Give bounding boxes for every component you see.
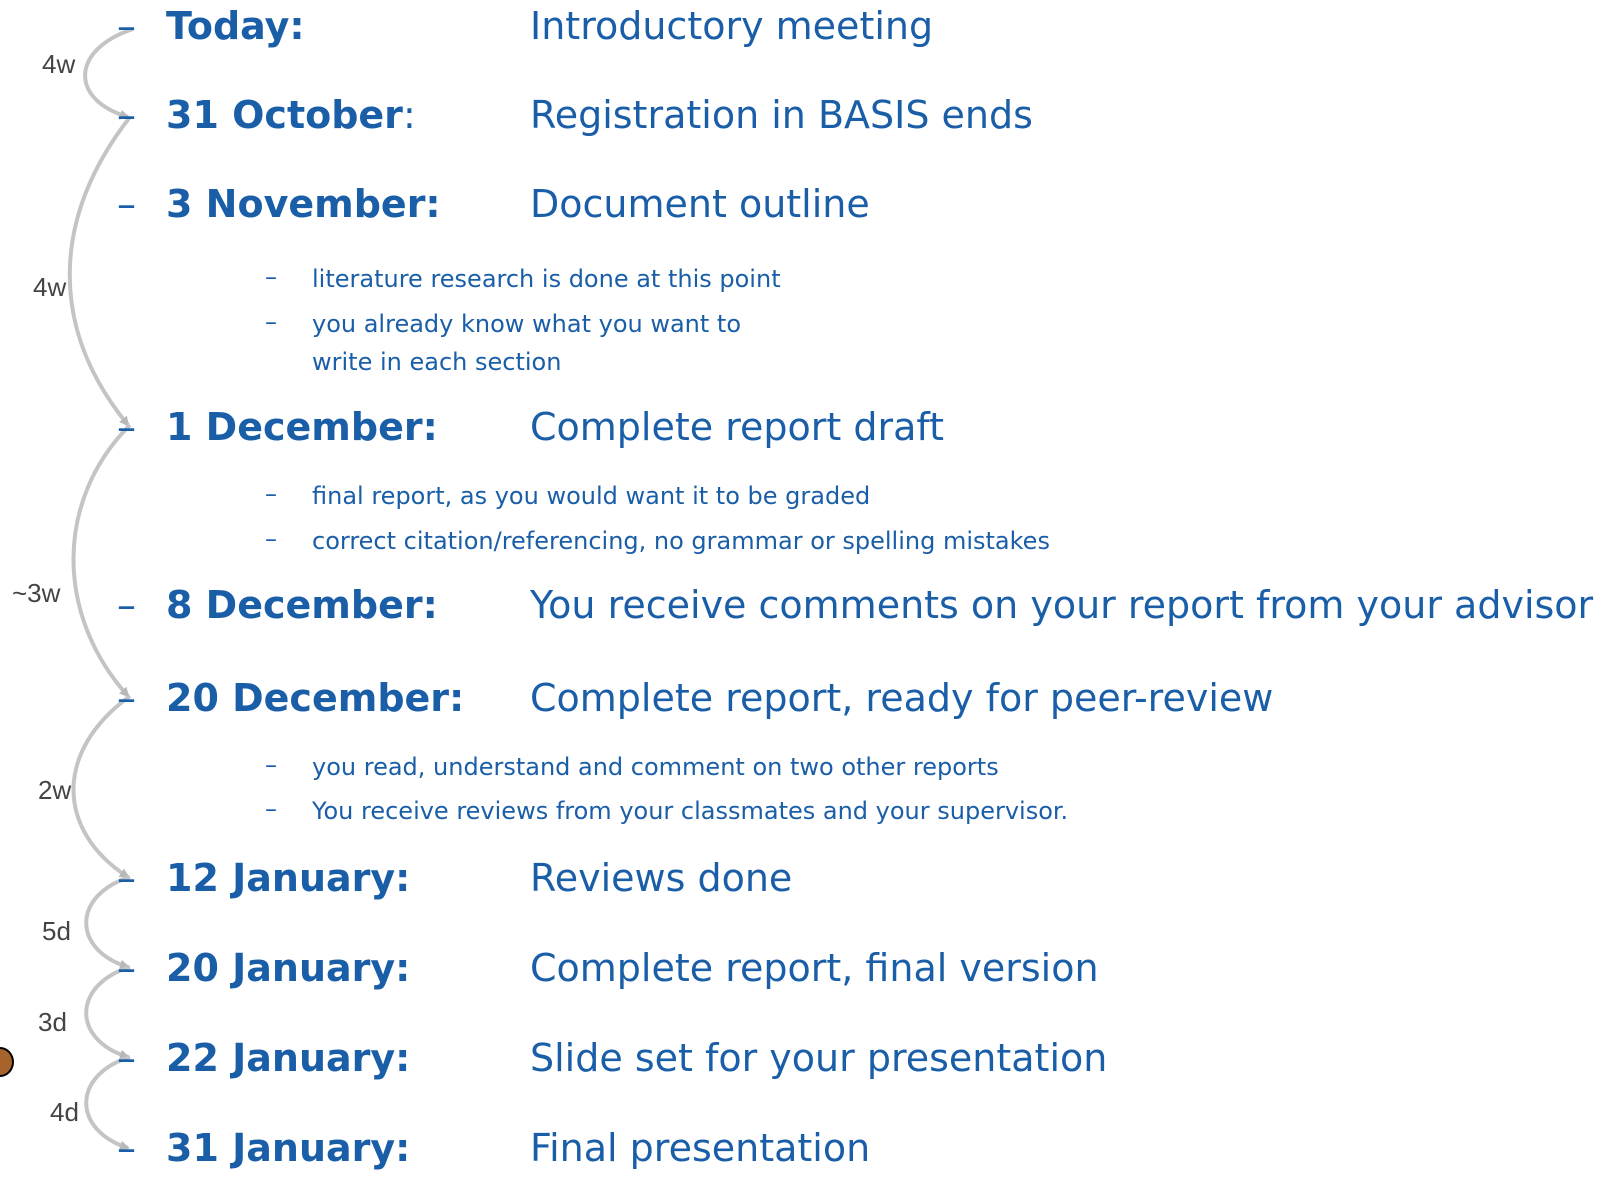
bullet-dash: – — [117, 856, 136, 900]
arc-dec1-to-dec20 — [71, 423, 132, 698]
milestone-today: – Today: Introductory meeting — [0, 0, 1621, 56]
milestone-jan12: – 12 January: Reviews done — [0, 848, 1621, 908]
milestone-task: Slide set for your presentation — [530, 1036, 1108, 1080]
note-dash: – — [265, 308, 277, 336]
milestone-date: 20 December: — [166, 676, 465, 720]
bullet-dash: – — [117, 946, 136, 990]
note-text: final report, as you would want it to be… — [312, 482, 871, 510]
note-text: literature research is done at this poin… — [312, 265, 781, 293]
note-dash: – — [265, 525, 277, 553]
bullet-dash: – — [117, 583, 136, 627]
milestone-date: 20 January: — [166, 946, 411, 990]
milestone-date: 31 January: — [166, 1126, 411, 1170]
milestone-task: Registration in BASIS ends — [530, 93, 1033, 137]
gap-label: 4w — [33, 272, 67, 302]
milestone-date: 22 January: — [166, 1036, 411, 1080]
milestone-task: Complete report, ready for peer-review — [530, 676, 1274, 720]
gap-label: 2w — [38, 775, 72, 805]
bullet-dash: – — [117, 1126, 136, 1170]
milestone-date: Today: — [166, 4, 305, 48]
milestone-dec1: – 1 December: Complete report draft — [0, 397, 1621, 457]
bullet-dash: – — [117, 405, 136, 449]
note-text: you read, understand and comment on two … — [312, 753, 999, 781]
bullet-dash: – — [117, 93, 136, 137]
milestone-nov3: – 3 November: Document outline — [0, 174, 1621, 234]
milestone-dec8: – 8 December: You receive comments on yo… — [0, 575, 1621, 635]
milestone-task: Complete report, final version — [530, 946, 1099, 990]
bullet-dash: – — [117, 1036, 136, 1080]
milestone-date: 3 November: — [166, 182, 441, 226]
milestone-task: Document outline — [530, 182, 870, 226]
note-text: correct citation/referencing, no grammar… — [312, 527, 1050, 555]
milestone-jan20: – 20 January: Complete report, final ver… — [0, 938, 1621, 998]
milestone-date: 31 October: — [166, 93, 416, 137]
bullet-dash: – — [117, 4, 136, 48]
milestone-jan22: – 22 January: Slide set for your present… — [0, 1028, 1621, 1088]
note-dash: – — [265, 480, 277, 508]
milestone-task: Reviews done — [530, 856, 793, 900]
note-dash: – — [265, 795, 277, 823]
milestone-dec20: – 20 December: Complete report, ready fo… — [0, 668, 1621, 728]
note-text: you already know what you want to write … — [312, 310, 742, 376]
note-dash: – — [265, 751, 277, 779]
milestone-task: Introductory meeting — [530, 4, 934, 48]
milestone-date: 12 January: — [166, 856, 411, 900]
milestone-oct31: – 31 October: Registration in BASIS ends — [0, 85, 1621, 145]
milestone-date: 1 December: — [166, 405, 438, 449]
milestone-task: Final presentation — [530, 1126, 871, 1170]
milestone-date: 8 December: — [166, 583, 438, 627]
bullet-dash: – — [117, 182, 136, 226]
milestone-task: Complete report draft — [530, 405, 944, 449]
note-text: You receive reviews from your classmates… — [312, 797, 1069, 825]
milestone-jan31: – 31 January: Final presentation — [0, 1118, 1621, 1178]
note-dash: – — [265, 263, 277, 291]
milestone-task: You receive comments on your report from… — [530, 583, 1594, 627]
bullet-dash: – — [117, 676, 136, 720]
arc-oct31-to-dec1 — [67, 115, 132, 427]
